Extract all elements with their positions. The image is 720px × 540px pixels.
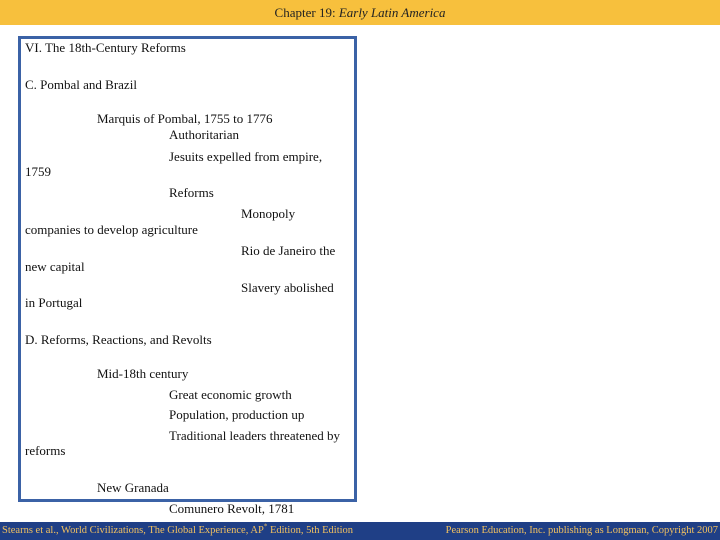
footer-citation-edition: Edition, 5th Edition xyxy=(267,525,354,536)
outline-line: Jesuits expelled from empire, xyxy=(169,149,323,164)
outline-line: new capital xyxy=(25,259,85,274)
footer-copyright: Pearson Education, Inc. publishing as Lo… xyxy=(445,525,718,536)
outline-line: New Granada xyxy=(97,480,169,495)
outline-line: in Portugal xyxy=(25,295,83,310)
outline-line: 1759 xyxy=(25,164,51,179)
outline-line: Rio de Janeiro the xyxy=(241,243,336,258)
outline-heading-c: C. Pombal and Brazil xyxy=(25,77,137,92)
outline-line: Authoritarian xyxy=(169,127,240,142)
outline-line: reforms xyxy=(25,443,66,458)
outline-heading-d: D. Reforms, Reactions, and Revolts xyxy=(25,332,212,347)
outline-line: Marquis of Pombal, 1755 to 1776 xyxy=(97,111,273,126)
outline-line: Comunero Revolt, 1781 xyxy=(169,501,295,516)
outline-line: Slavery abolished xyxy=(241,280,334,295)
outline-line: companies to develop agriculture xyxy=(25,222,198,237)
chapter-title: Early Latin America xyxy=(338,5,446,20)
outline-heading-vi: VI. The 18th-Century Reforms xyxy=(25,40,186,55)
outline-line: Great economic growth xyxy=(169,387,292,402)
outline-line: Population, production up xyxy=(169,407,305,422)
outline-line: Traditional leaders threatened by xyxy=(169,428,340,443)
chapter-label: Chapter 19: xyxy=(274,5,339,20)
outline-line: Reforms xyxy=(169,185,214,200)
outline-line: Mid-18th century xyxy=(97,366,189,381)
footer-citation: Stearns et al., World Civilizations, The… xyxy=(2,522,353,540)
footer-citation-text: Stearns et al., World Civilizations, The… xyxy=(2,525,264,536)
slide-footer: Stearns et al., World Civilizations, The… xyxy=(0,522,720,540)
outline-line: Monopoly xyxy=(241,206,296,221)
slide-header: Chapter 19: Early Latin America xyxy=(0,0,720,25)
